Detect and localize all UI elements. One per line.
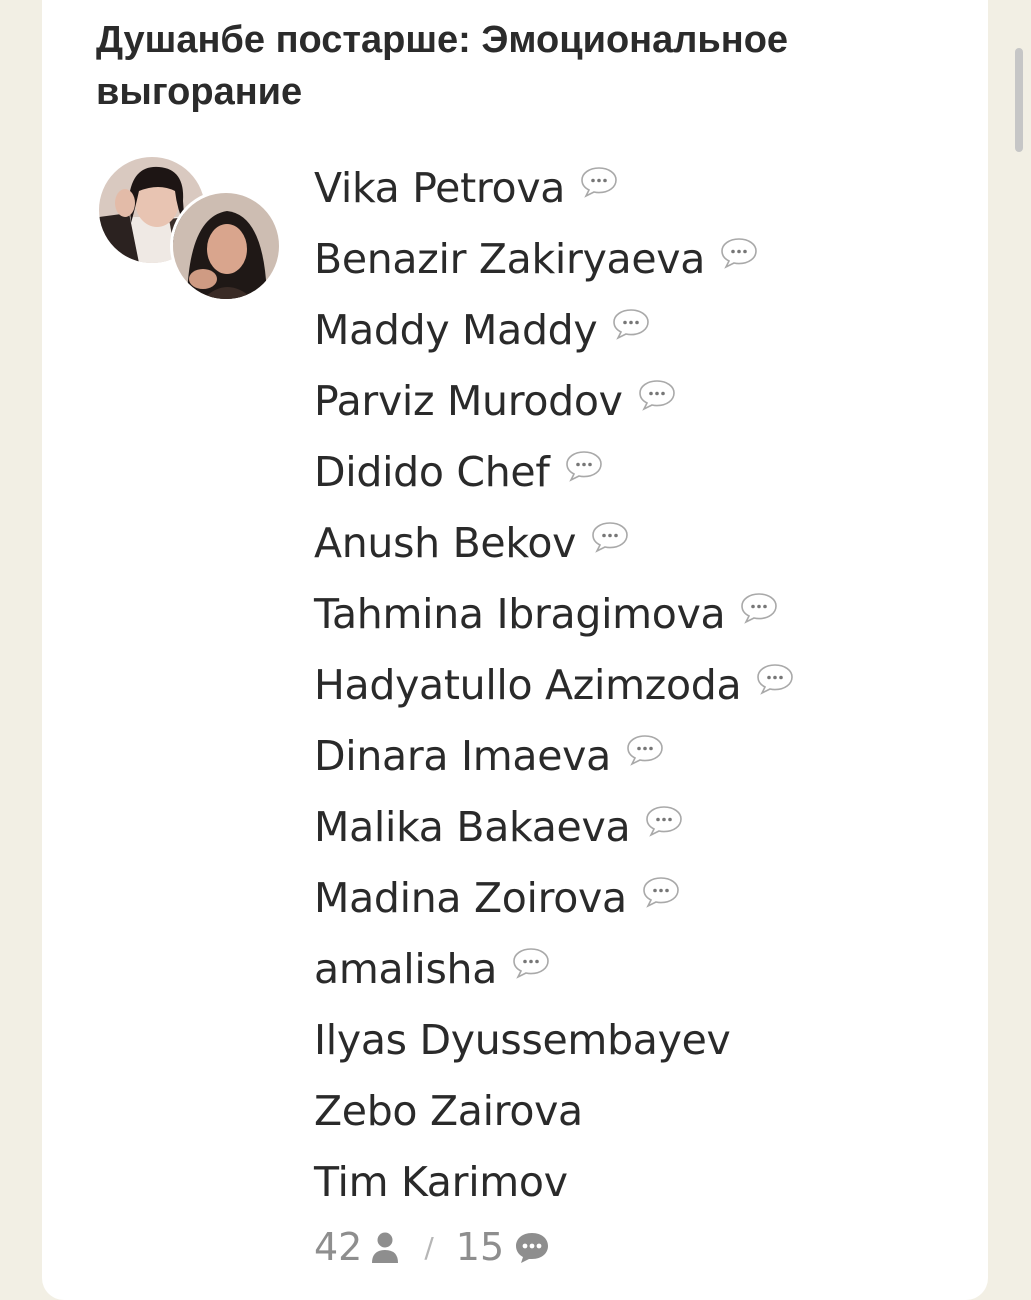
speaker-row[interactable]: Malika Bakaeva: [314, 791, 795, 862]
speaker-row[interactable]: Parviz Murodov: [314, 365, 795, 436]
speaker-row[interactable]: Vika Petrova: [314, 152, 795, 223]
speaker-name[interactable]: Zebo Zairova: [314, 1087, 583, 1135]
speaker-name[interactable]: amalisha: [314, 945, 497, 993]
speaker-row[interactable]: Didido Chef: [314, 436, 795, 507]
speaker-row[interactable]: Tahmina Ibragimova: [314, 578, 795, 649]
speech-bubble-icon: [719, 236, 759, 270]
speaker-row[interactable]: Hadyatullo Azimzoda: [314, 649, 795, 720]
speech-bubble-icon: [590, 520, 630, 554]
speaker-name[interactable]: Ilyas Dyussembayev: [314, 1016, 731, 1064]
speaker-row[interactable]: Madina Zoirova: [314, 862, 795, 933]
speech-bubble-icon: [564, 449, 604, 483]
speaker-name[interactable]: Parviz Murodov: [314, 377, 623, 425]
speech-bubble-icon: [637, 378, 677, 412]
speaker-name[interactable]: Anush Bekov: [314, 519, 576, 567]
speaker-avatars: [96, 154, 286, 306]
speaker-name[interactable]: Dinara Imaeva: [314, 732, 611, 780]
speaker-name[interactable]: Vika Petrova: [314, 164, 565, 212]
speaker-row[interactable]: Ilyas Dyussembayev: [314, 1004, 795, 1075]
listener-count: 42: [314, 1225, 363, 1269]
speech-bubble-icon: [755, 662, 795, 696]
speaker-name[interactable]: Tim Karimov: [314, 1158, 568, 1206]
scrollbar[interactable]: [1015, 48, 1023, 152]
speaker-row[interactable]: Tim Karimov: [314, 1146, 795, 1217]
speaker-row[interactable]: Dinara Imaeva: [314, 720, 795, 791]
speech-bubble-icon: [611, 307, 651, 341]
speaker-name[interactable]: Hadyatullo Azimzoda: [314, 661, 742, 709]
stats-separator: /: [424, 1230, 434, 1264]
room-stats: 42 / 15: [314, 1222, 550, 1272]
speech-bubble-icon: [625, 733, 665, 767]
speaker-row[interactable]: Anush Bekov: [314, 507, 795, 578]
room-title: Душанбе постарше: Эмоциональное выгорани…: [96, 19, 789, 113]
person-icon: [370, 1230, 400, 1264]
speech-bubble-icon: [739, 591, 779, 625]
speaker-row[interactable]: Maddy Maddy: [314, 294, 795, 365]
speaker-name[interactable]: Benazir Zakiryaeva: [314, 235, 705, 283]
speaker-name[interactable]: Malika Bakaeva: [314, 803, 631, 851]
speaker-name[interactable]: Maddy Maddy: [314, 306, 598, 354]
speaker-count: 15: [455, 1225, 505, 1269]
speech-bubble-icon: [644, 804, 684, 838]
speaker-name[interactable]: Didido Chef: [314, 448, 550, 496]
speech-bubble-icon: [641, 875, 681, 909]
speaker-name[interactable]: Tahmina Ibragimova: [314, 590, 726, 638]
speaker-row[interactable]: Zebo Zairova: [314, 1075, 795, 1146]
avatar: [170, 190, 282, 302]
speaker-row[interactable]: Benazir Zakiryaeva: [314, 223, 795, 294]
speaker-row[interactable]: amalisha: [314, 933, 795, 1004]
speaker-name[interactable]: Madina Zoirova: [314, 874, 627, 922]
speech-bubble-icon: [579, 165, 619, 199]
speaker-list: Vika Petrova Benazir Zakiryaeva Maddy Ma…: [314, 152, 795, 1217]
speech-bubble-icon: [511, 946, 551, 980]
chat-bubble-icon: [514, 1230, 550, 1264]
